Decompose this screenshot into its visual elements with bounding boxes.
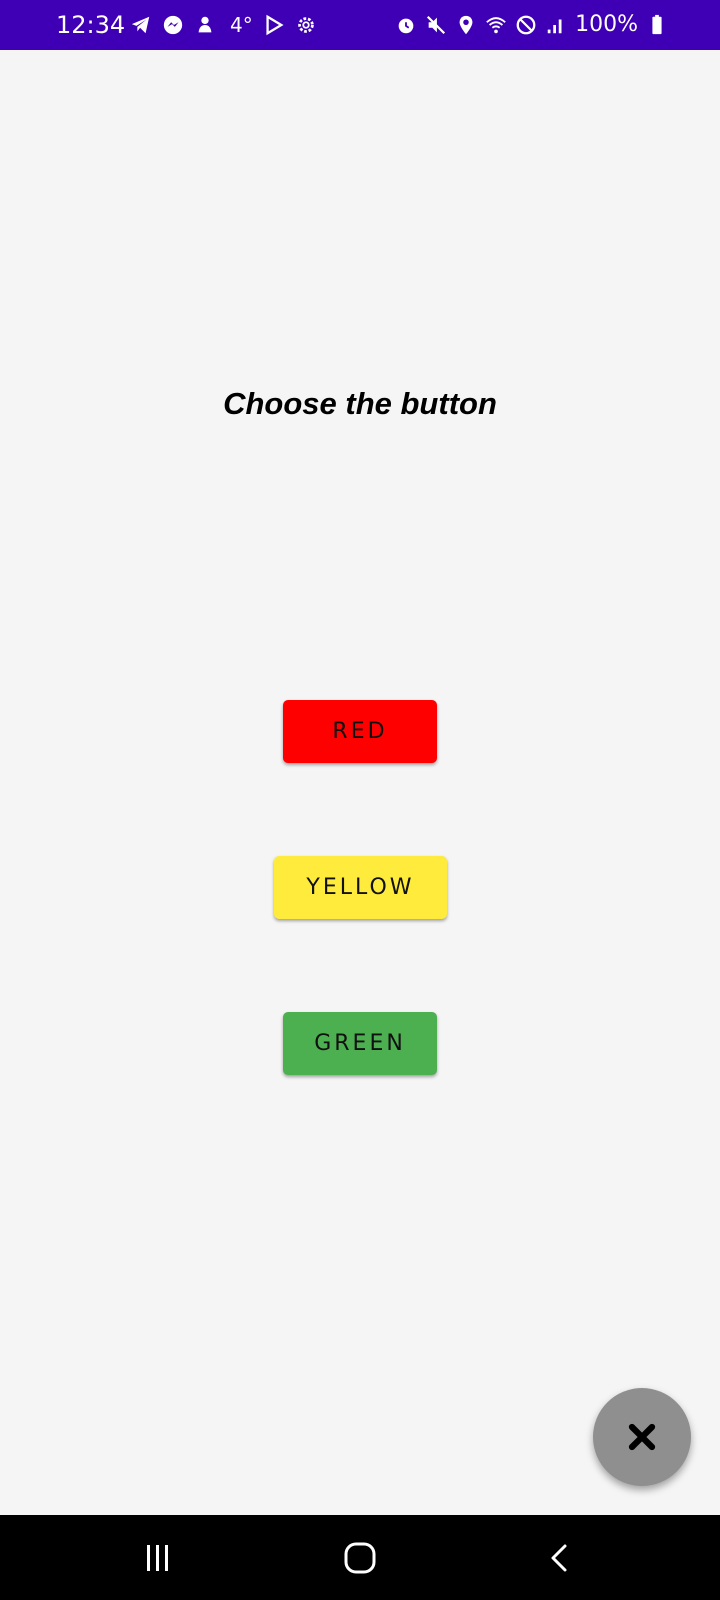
close-icon: [627, 1422, 657, 1452]
mute-icon: [425, 14, 447, 36]
battery-percentage: 100%: [575, 12, 638, 37]
do-not-disturb-icon: [515, 14, 537, 36]
status-temperature: 4°: [230, 13, 253, 37]
alarm-icon: [395, 14, 417, 36]
wifi-icon: [485, 14, 507, 36]
recents-button[interactable]: [128, 1535, 188, 1581]
weather-icon: [194, 14, 216, 36]
status-time: 12:34: [56, 11, 126, 39]
back-button[interactable]: [530, 1535, 590, 1581]
status-system-icons: 100%: [395, 12, 668, 38]
green-button[interactable]: GREEN: [283, 1012, 437, 1075]
signal-icon: [545, 14, 567, 36]
settings-icon: [295, 14, 317, 36]
close-fab-button[interactable]: [593, 1388, 691, 1486]
play-store-icon: [263, 14, 285, 36]
telegram-icon: [130, 14, 152, 36]
status-notification-icons: 4°: [130, 12, 317, 38]
page-title: Choose the button: [223, 386, 497, 421]
location-icon: [455, 14, 477, 36]
red-button[interactable]: RED: [283, 700, 437, 763]
navigation-bar: [0, 1515, 720, 1600]
home-button[interactable]: [330, 1535, 390, 1581]
back-icon: [545, 1543, 575, 1573]
battery-icon: [646, 14, 668, 36]
messenger-icon: [162, 14, 184, 36]
recents-icon: [143, 1543, 173, 1573]
home-icon: [343, 1541, 377, 1575]
status-bar: 12:34 4° 100%: [0, 0, 720, 50]
yellow-button[interactable]: YELLOW: [274, 856, 447, 919]
